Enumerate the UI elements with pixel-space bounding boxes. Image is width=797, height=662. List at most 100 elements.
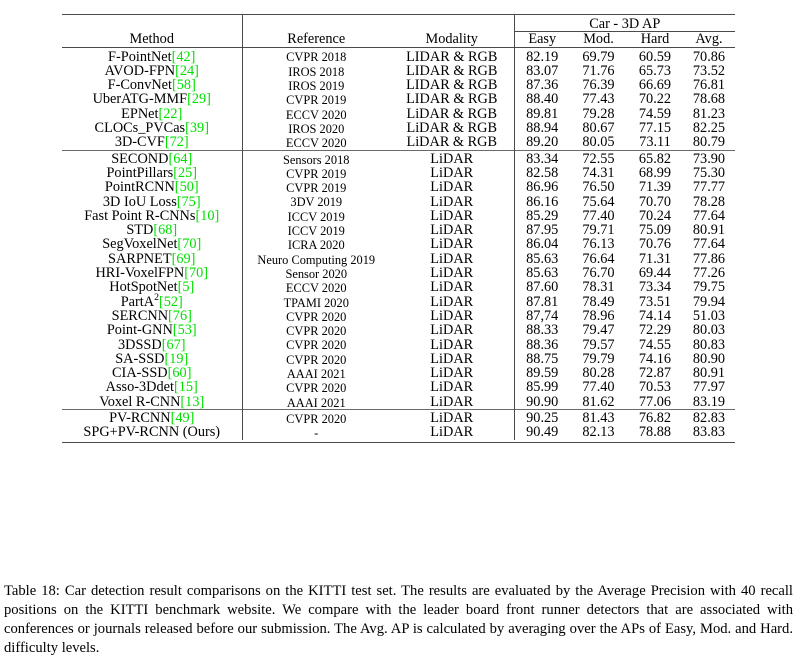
cell-reference: CVPR 2020	[241, 351, 390, 367]
cell-reference: IROS 2020	[241, 121, 390, 136]
cell-easy: 86.04	[513, 237, 570, 252]
results-table-container: Car - 3D AP Method Reference Modality Easy Mo…	[62, 14, 735, 443]
table-row: PointPillars[25] CVPR 2019 LiDAR 82.58 74.31…	[62, 164, 735, 181]
cell-method: SA-SSD[19]	[62, 352, 242, 366]
cell-avg: 77.64	[692, 236, 726, 253]
cell-easy: 87.81	[513, 294, 570, 309]
method-name: Voxel R-CNN	[99, 393, 181, 410]
cell-mod: 77.43	[582, 91, 615, 108]
cell-mod: 69.79	[582, 48, 615, 65]
cell-hard: 75.09	[638, 222, 672, 239]
table-caption: Table 18: Car detection result compariso…	[4, 582, 793, 658]
cell-reference: Sensor 2020	[241, 266, 390, 281]
cell-method: CLOCs_PVCas[39]	[62, 121, 242, 135]
citation-reference[interactable]: [39]	[185, 120, 209, 136]
cell-avg: 80.91	[692, 365, 726, 382]
cell-avg: 51.03	[692, 307, 726, 324]
cell-reference: ICCV 2019	[241, 208, 390, 224]
cell-method: UberATG-MMF[29]	[62, 92, 242, 106]
cell-modality: LiDAR	[430, 322, 474, 339]
cell-easy: 86.96	[513, 180, 570, 195]
table-row: F-PointNet[42] CVPR 2018 LIDAR & RGB 82.19 6…	[62, 48, 735, 65]
citation-number: 5	[182, 279, 190, 296]
cell-method: Voxel R-CNN[13]	[62, 395, 242, 410]
cell-reference: Sensors 2018	[241, 151, 390, 166]
table-row: SARPNET[69] Neuro Computing 2019 LiDAR 85.6…	[62, 250, 735, 267]
cell-reference: ECCV 2020	[241, 106, 390, 122]
cell-mod: 71.76	[582, 62, 615, 79]
cell-easy: 85.63	[513, 251, 570, 266]
cell-easy: 88.40	[513, 92, 570, 107]
cell-modality: LiDAR	[430, 350, 474, 367]
cell-easy: 85.63	[513, 266, 570, 280]
cell-reference: ECCV 2020	[241, 135, 390, 151]
table-row: 3DSSD[67] CVPR 2020 LiDAR 88.36 79.57 74.55 80…	[62, 336, 735, 353]
method-name: SPG+PV-RCNN (Ours)	[83, 424, 221, 441]
cell-mod: 79.57	[582, 336, 615, 353]
citation-number: 29	[191, 91, 207, 108]
cell-modality: LiDAR	[430, 265, 474, 282]
cell-modality: LiDAR & RGB	[406, 134, 498, 151]
cell-modality: LiDAR	[430, 336, 474, 353]
cell-avg: 77.97	[692, 379, 726, 396]
citation-number: 13	[185, 393, 200, 410]
table-row: STD[68] ICCV 2019 LiDAR 87.95 79.71 75.09 80.9…	[62, 222, 735, 239]
cell-easy: 87.36	[513, 78, 570, 92]
cell-hard: 72.29	[638, 322, 672, 339]
cell-reference: CVPR 2020	[241, 323, 390, 338]
cell-reference: -	[241, 425, 390, 440]
cell-modality: LIDAR & RGB	[406, 77, 498, 94]
cell-mod: 74.31	[582, 164, 615, 181]
cell-hard: 71.39	[638, 179, 672, 196]
cell-avg: 80.91	[692, 222, 726, 239]
cell-method: F-ConvNet[58]	[62, 78, 242, 92]
cell-reference: CVPR 2019	[241, 92, 390, 107]
cell-hard: 70.76	[638, 236, 672, 253]
cell-method: Asso-3Ddet[15]	[62, 380, 242, 394]
header-spacer	[390, 17, 514, 32]
table-row: Voxel R-CNN[13] AAAI 2021 LiDAR 90.90 81.62 7…	[62, 395, 735, 410]
cell-avg: 81.23	[692, 105, 726, 122]
table-row: SA-SSD[19] CVPR 2020 LiDAR 88.75 79.79 74.16 8…	[62, 350, 735, 367]
cell-mod: 82.13	[582, 424, 615, 441]
citation-reference[interactable]: [72]	[165, 134, 189, 150]
cell-mod: 76.64	[582, 250, 615, 267]
cell-hard: 77.06	[638, 393, 672, 410]
citation-reference[interactable]: [13]	[180, 394, 204, 410]
table-row: SECOND[64] Sensors 2018 LiDAR 83.34 72.55 65.…	[62, 150, 735, 167]
cell-reference: CVPR 2020	[241, 380, 390, 395]
cell-method: 3D IoU Loss[75]	[62, 194, 242, 209]
cell-method: F-PointNet[42]	[62, 49, 242, 64]
cell-modality: LiDAR	[430, 193, 474, 210]
cell-method: AVOD-FPN[24]	[62, 64, 242, 78]
citation-reference[interactable]: [10]	[195, 208, 219, 224]
cell-modality: LiDAR & RGB	[406, 105, 498, 122]
cell-method: CIA-SSD[60]	[62, 366, 242, 380]
cell-mod: 81.43	[582, 410, 615, 427]
cell-reference: CVPR 2019	[241, 165, 390, 181]
cell-modality: LiDAR	[430, 307, 474, 324]
header-spacer	[62, 17, 242, 32]
cell-mod: 72.55	[582, 150, 615, 167]
cell-method: PV-RCNN[49]	[62, 411, 242, 425]
cell-method: SERCNN[76]	[62, 309, 242, 323]
cell-mod: 75.64	[582, 193, 615, 210]
cell-hard: 74.16	[638, 350, 672, 367]
cell-method: Point-GNN[53]	[62, 323, 242, 337]
citation-reference[interactable]: [29]	[187, 91, 211, 107]
cell-modality: LiDAR	[430, 222, 474, 239]
cell-method: Fast Point R-CNNs[10]	[62, 209, 242, 223]
cell-method: SECOND[64]	[62, 152, 242, 166]
cell-easy: 90.25	[513, 411, 570, 425]
cell-hard: 65.73	[638, 62, 672, 79]
cell-modality: LiDAR	[430, 207, 474, 224]
table-row: SPG+PV-RCNN (Ours) - LiDAR 90.49 82.13 78.88 8…	[62, 424, 735, 441]
cell-hard: 72.87	[638, 365, 672, 382]
cell-mod: 80.28	[582, 365, 615, 382]
cell-easy: 88.36	[513, 337, 570, 352]
cell-hard: 73.34	[638, 279, 672, 296]
car-3d-ap-results-table: Car - 3D AP Method Reference Modality Easy Mo…	[62, 14, 735, 443]
cell-reference: AAAI 2021	[241, 394, 390, 410]
cell-reference: CVPR 2020	[241, 411, 390, 426]
cell-avg: 82.25	[692, 120, 726, 137]
